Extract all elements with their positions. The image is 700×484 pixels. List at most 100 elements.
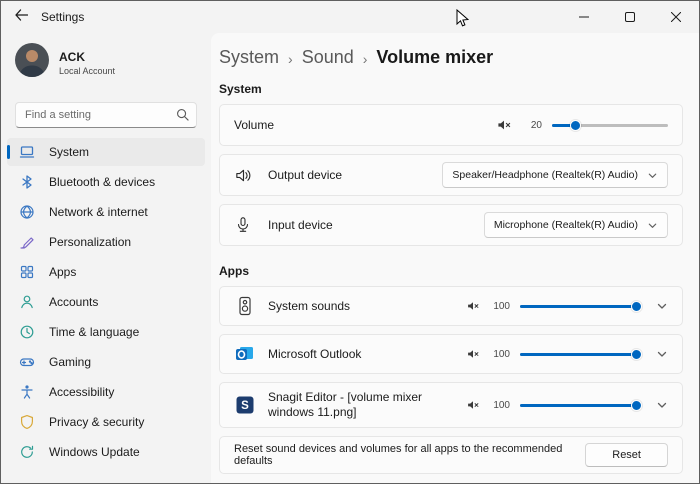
app-volume-slider[interactable]	[520, 399, 642, 411]
microphone-icon	[234, 216, 254, 234]
sidebar-item-windows-update[interactable]: Windows Update	[7, 438, 205, 466]
settings-window: Settings ACK Local Account Find a settin…	[0, 0, 700, 484]
breadcrumb-sound[interactable]: Sound	[302, 47, 354, 68]
chevron-down-icon	[647, 220, 658, 231]
sidebar-item-label: System	[49, 145, 90, 159]
app-row-microsoft-outlook: Microsoft Outlook 100	[219, 334, 683, 374]
sidebar-item-gaming[interactable]: Gaming	[7, 348, 205, 376]
section-title-apps: Apps	[219, 264, 249, 278]
globe-icon	[19, 204, 35, 220]
slider-thumb[interactable]	[631, 349, 642, 360]
page-title: Volume mixer	[376, 47, 494, 67]
sidebar-item-label: Accessibility	[49, 385, 115, 399]
sidebar-item-privacy-security[interactable]: Privacy & security	[7, 408, 205, 436]
search-input[interactable]	[15, 102, 197, 128]
user-name: ACK	[59, 49, 85, 64]
app-mute-toggle[interactable]	[466, 299, 480, 313]
app-volume-value: 100	[493, 300, 510, 312]
output-device-label: Output device	[268, 168, 343, 182]
app-row-system-sounds: System sounds 100	[219, 286, 683, 326]
sidebar-nav: System Bluetooth & devices Network & int…	[1, 138, 211, 466]
minimize-button[interactable]	[561, 1, 607, 33]
snagit-icon: S	[234, 394, 256, 416]
app-volume-slider[interactable]	[520, 300, 642, 312]
sidebar-item-label: Time & language	[49, 325, 140, 339]
output-device-dropdown[interactable]: Speaker/Headphone (Realtek(R) Audio)	[442, 162, 668, 188]
bluetooth-icon	[19, 174, 35, 190]
app-volume-value: 100	[493, 348, 510, 360]
input-device-label: Input device	[268, 218, 333, 232]
svg-text:S: S	[241, 400, 249, 412]
maximize-button[interactable]	[607, 1, 653, 33]
minimize-icon	[579, 16, 589, 18]
chevron-down-icon	[657, 402, 667, 408]
speaker-output-icon	[234, 166, 254, 185]
volume-card: Volume 20	[219, 104, 683, 146]
clock-icon	[19, 324, 35, 340]
sidebar-item-accounts[interactable]: Accounts	[7, 288, 205, 316]
system-icon	[19, 144, 35, 160]
user-profile[interactable]: ACK Local Account	[1, 39, 211, 86]
sidebar-item-label: Accounts	[49, 295, 99, 309]
search-icon	[176, 108, 189, 126]
app-row-snagit-editor: S Snagit Editor - [volume mixer windows …	[219, 382, 683, 428]
sidebar: ACK Local Account System Bluetooth &	[1, 33, 211, 483]
reset-button[interactable]: Reset	[585, 443, 668, 467]
outlook-icon	[234, 343, 256, 365]
output-device-value: Speaker/Headphone (Realtek(R) Audio)	[452, 169, 638, 181]
breadcrumb-separator: ›	[288, 50, 293, 67]
sidebar-item-bluetooth-devices[interactable]: Bluetooth & devices	[7, 168, 205, 196]
app-mute-toggle[interactable]	[466, 347, 480, 361]
accessibility-person-icon	[19, 384, 35, 400]
breadcrumb-system[interactable]: System	[219, 47, 279, 68]
volume-slider[interactable]	[552, 119, 668, 131]
close-icon	[671, 12, 681, 22]
app-volume-value: 100	[493, 399, 510, 411]
expand-row-button[interactable]	[642, 399, 668, 411]
input-device-value: Microphone (Realtek(R) Audio)	[493, 219, 638, 231]
chevron-down-icon	[657, 351, 667, 357]
chevron-down-icon	[647, 170, 658, 181]
caption-buttons	[561, 1, 699, 33]
shield-icon	[19, 414, 35, 430]
sidebar-item-time-language[interactable]: Time & language	[7, 318, 205, 346]
app-volume-slider[interactable]	[520, 348, 642, 360]
back-button[interactable]	[1, 1, 41, 33]
input-device-dropdown[interactable]: Microphone (Realtek(R) Audio)	[483, 212, 668, 238]
user-account-type: Local Account	[59, 65, 116, 76]
sidebar-item-system[interactable]: System	[7, 138, 205, 166]
volume-value: 20	[530, 119, 542, 131]
sidebar-item-personalization[interactable]: Personalization	[7, 228, 205, 256]
sidebar-item-apps[interactable]: Apps	[7, 258, 205, 286]
title-bar: Settings	[1, 1, 699, 33]
app-name: Snagit Editor - [volume mixer windows 11…	[268, 390, 423, 419]
maximize-icon	[625, 12, 635, 22]
volume-slider-thumb[interactable]	[570, 120, 582, 131]
expand-row-button[interactable]	[642, 300, 668, 312]
sidebar-item-label: Windows Update	[49, 445, 140, 459]
sidebar-item-label: Personalization	[49, 235, 132, 249]
output-device-card: Output device Speaker/Headphone (Realtek…	[219, 154, 683, 196]
breadcrumb-separator: ›	[362, 50, 368, 67]
app-mute-toggle[interactable]	[466, 398, 480, 412]
slider-thumb[interactable]	[631, 400, 642, 411]
speaker-mute-icon	[498, 120, 511, 130]
close-button[interactable]	[653, 1, 699, 33]
sidebar-item-label: Bluetooth & devices	[49, 175, 156, 189]
reset-description: Reset sound devices and volumes for all …	[234, 443, 563, 467]
avatar	[15, 43, 49, 82]
app-name: System sounds	[268, 298, 351, 313]
search-box	[15, 102, 197, 128]
sidebar-item-label: Privacy & security	[49, 415, 145, 429]
sidebar-item-accessibility[interactable]: Accessibility	[7, 378, 205, 406]
main-content: System › Sound › Volume mixer System Vol…	[211, 33, 699, 483]
slider-thumb[interactable]	[631, 301, 642, 312]
sidebar-item-label: Network & internet	[49, 205, 148, 219]
system-mute-toggle[interactable]	[496, 117, 512, 133]
back-arrow-icon	[14, 8, 29, 26]
sidebar-item-network-internet[interactable]: Network & internet	[7, 198, 205, 226]
reset-card: Reset sound devices and volumes for all …	[219, 436, 683, 474]
breadcrumb: System › Sound › Volume mixer	[219, 47, 683, 68]
expand-row-button[interactable]	[642, 348, 668, 360]
sidebar-item-label: Gaming	[49, 355, 92, 369]
